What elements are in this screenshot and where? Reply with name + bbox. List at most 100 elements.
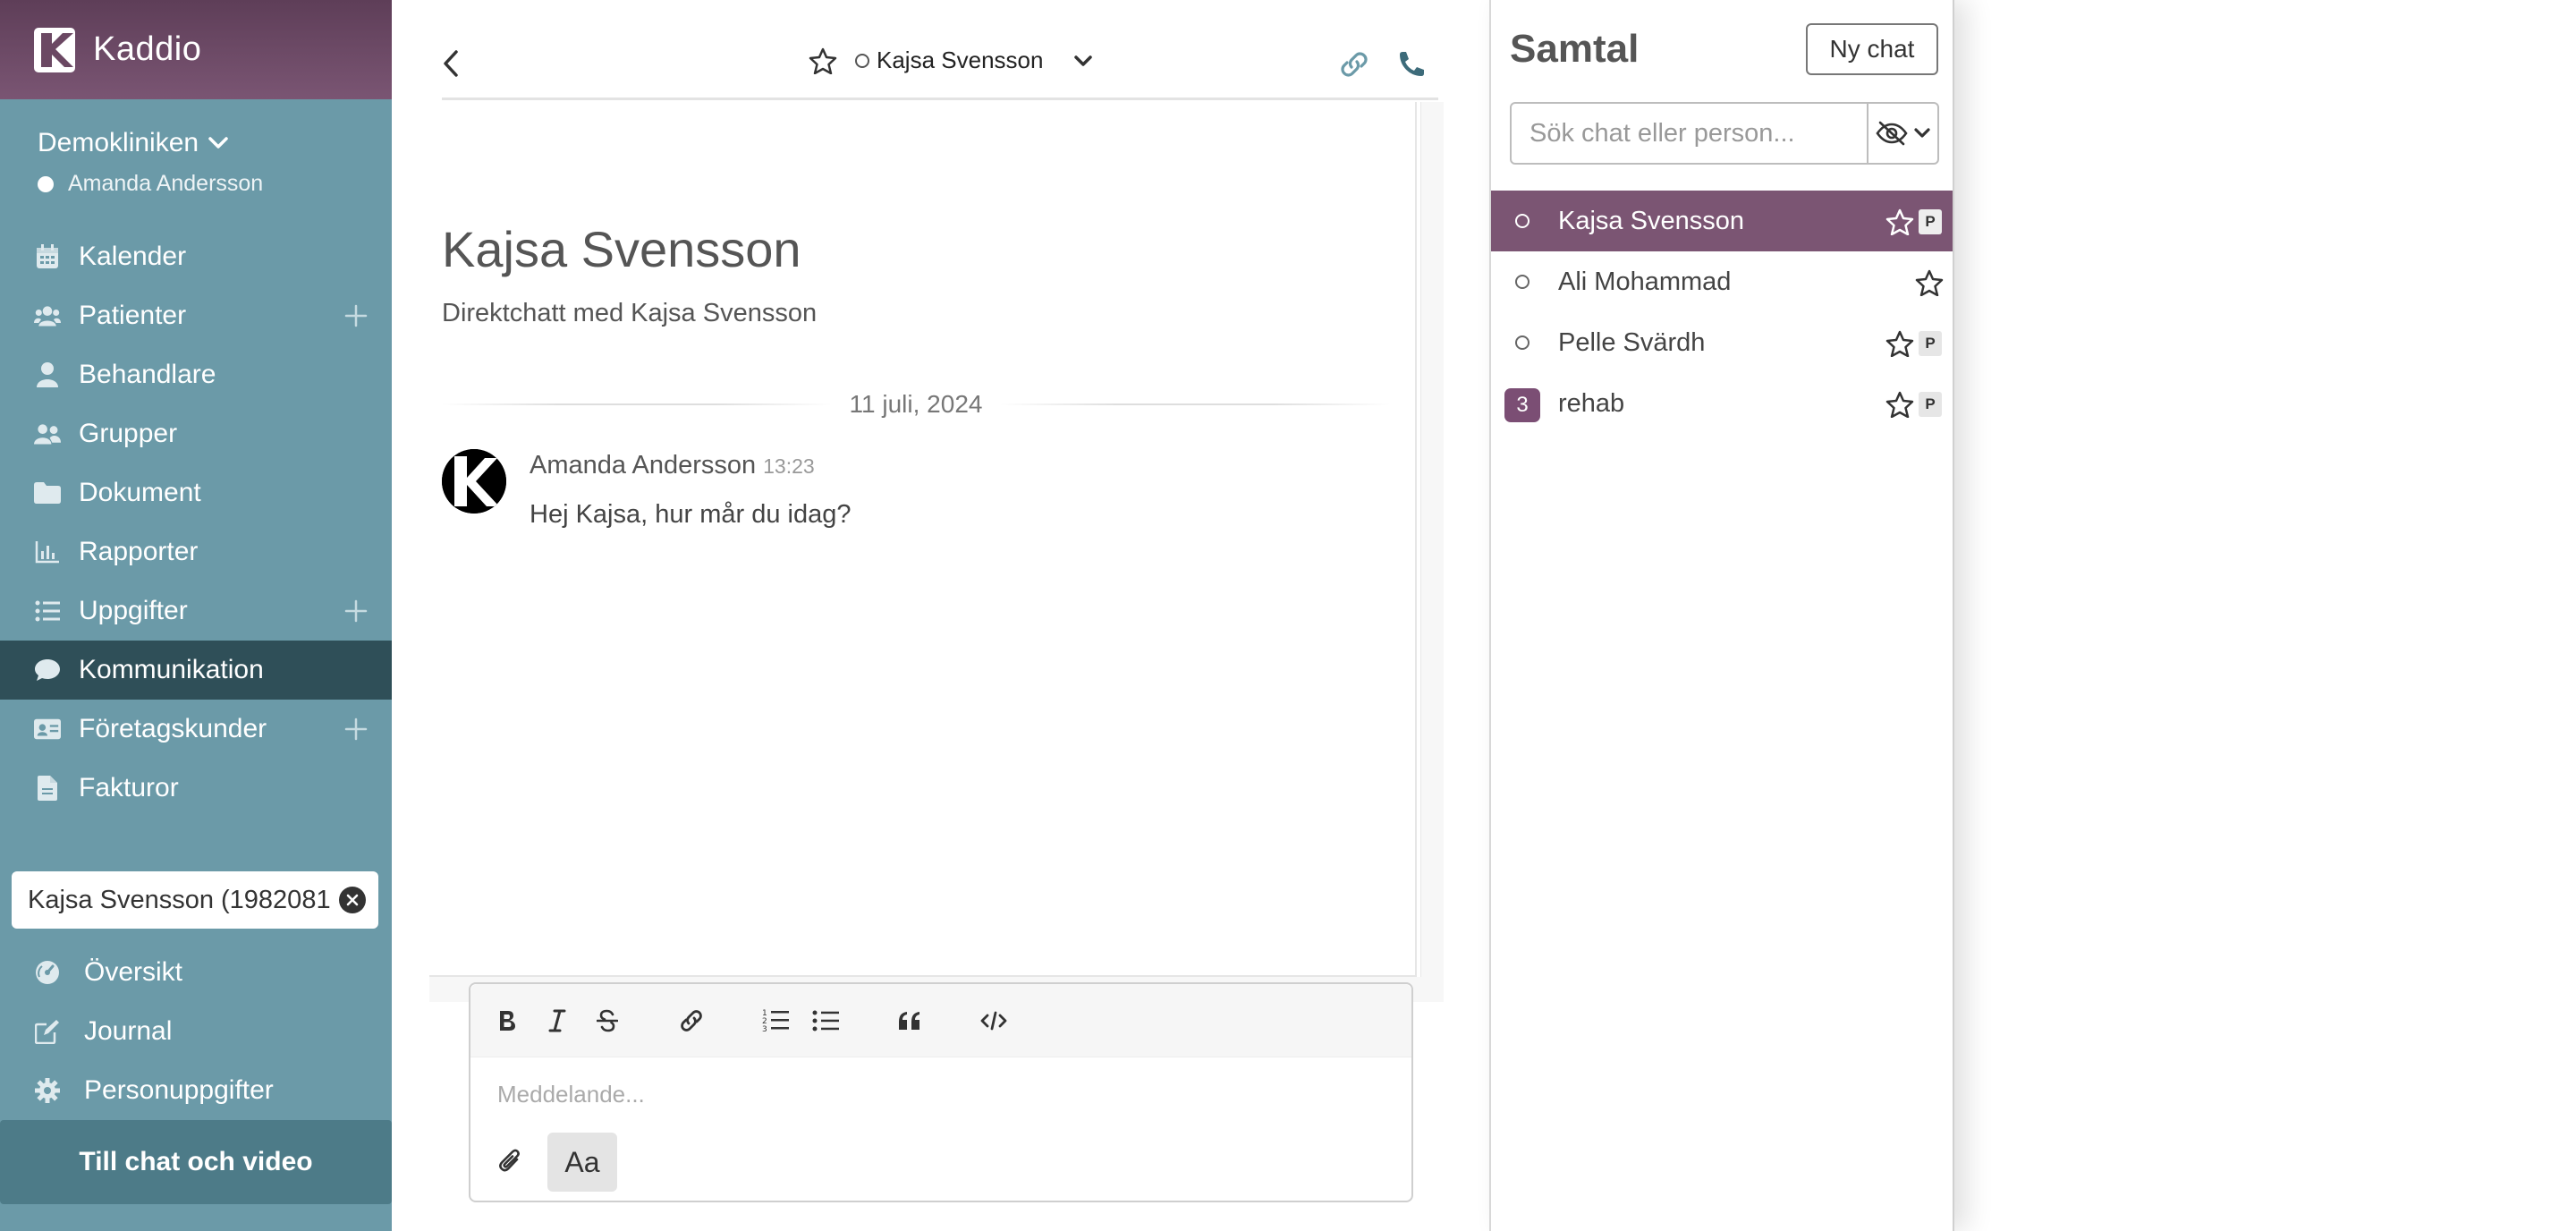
conversation-name: Ali Mohammad <box>1558 267 1732 296</box>
nav-item-kalender[interactable]: Kalender <box>0 227 392 286</box>
conversation-item[interactable]: 3 rehab P <box>1491 373 1953 434</box>
scrollbar[interactable] <box>1420 102 1444 1002</box>
pinned-badge: P <box>1919 209 1942 234</box>
quote-icon[interactable] <box>894 1006 925 1036</box>
message-header: Amanda Andersson 13:23 <box>530 451 851 480</box>
offline-status-dot-icon <box>1515 275 1530 289</box>
phone-icon[interactable] <box>1397 50 1426 79</box>
nav-label: Kommunikation <box>79 655 264 684</box>
add-patient-plus-icon[interactable] <box>343 303 369 328</box>
date-separator: 11 juli, 2024 <box>442 386 1390 422</box>
search-input[interactable] <box>1512 104 1867 163</box>
nav-label: Personuppgifter <box>84 1075 274 1105</box>
status-dot-icon <box>38 175 54 192</box>
user-icon <box>34 361 61 388</box>
conversations-title: Samtal <box>1510 27 1640 71</box>
chat-header-title[interactable]: Kajsa Svensson <box>809 47 1093 74</box>
offline-status-dot-icon <box>1515 335 1530 350</box>
nav-item-rapporter[interactable]: Rapporter <box>0 522 392 582</box>
eye-slash-icon <box>1875 121 1908 146</box>
chevron-down-icon <box>1913 128 1930 138</box>
chat-subtitle: Direktchatt med Kajsa Svensson <box>442 299 818 327</box>
group-icon <box>34 420 61 447</box>
italic-icon[interactable] <box>542 1006 572 1036</box>
clinic-selector[interactable]: Demokliniken <box>38 128 229 158</box>
nav-label: Journal <box>84 1016 173 1046</box>
list-icon <box>34 598 61 624</box>
patient-nav-oversikt[interactable]: Översikt <box>0 943 392 1002</box>
message-author[interactable]: Amanda Andersson <box>530 451 756 480</box>
current-user-name: Amanda Andersson <box>68 171 264 196</box>
nav-item-grupper[interactable]: Grupper <box>0 404 392 463</box>
selected-patient-chip[interactable]: Kajsa Svensson (19820814 <box>12 871 378 929</box>
chat-header-name: Kajsa Svensson <box>877 47 1044 73</box>
conversation-item[interactable]: Ali Mohammad <box>1491 251 1953 312</box>
nav-label: Kalender <box>79 242 187 271</box>
chat-video-button[interactable]: Till chat och video <box>0 1120 392 1204</box>
kaddio-logo-icon[interactable] <box>34 27 75 72</box>
nav-item-behandlare[interactable]: Behandlare <box>0 345 392 404</box>
star-icon[interactable] <box>809 47 837 74</box>
date-separator-label: 11 juli, 2024 <box>849 390 983 418</box>
app-name[interactable]: Kaddio <box>93 30 201 69</box>
chat-title: Kajsa Svensson <box>442 221 801 277</box>
clear-patient-close-icon[interactable] <box>339 887 366 913</box>
visibility-filter-dropdown[interactable] <box>1867 104 1937 163</box>
paperclip-icon[interactable] <box>487 1138 533 1184</box>
nav-item-kommunikation[interactable]: Kommunikation <box>0 641 392 700</box>
conversation-item[interactable]: Kajsa Svensson P <box>1491 191 1953 251</box>
divider <box>442 403 832 405</box>
back-chevron-icon[interactable] <box>442 49 460 78</box>
bullet-list-icon[interactable] <box>810 1006 841 1036</box>
patient-nav-personuppgifter[interactable]: Personuppgifter <box>0 1061 392 1120</box>
code-icon[interactable] <box>979 1006 1009 1036</box>
nav-label: Dokument <box>79 478 201 507</box>
folder-icon <box>34 480 61 506</box>
link-icon[interactable] <box>676 1006 707 1036</box>
add-task-plus-icon[interactable] <box>343 599 369 624</box>
link-icon[interactable] <box>1338 50 1370 79</box>
gear-icon <box>34 1077 61 1104</box>
nav-item-patienter[interactable]: Patienter <box>0 286 392 345</box>
star-icon[interactable] <box>1885 391 1914 418</box>
composer-toolbar: 123 <box>470 984 1411 1057</box>
chevron-down-icon[interactable] <box>1073 55 1093 67</box>
bold-icon[interactable] <box>492 1006 522 1036</box>
message-time: 13:23 <box>763 454 815 478</box>
conversation-item[interactable]: Pelle Svärdh P <box>1491 312 1953 373</box>
add-company-plus-icon[interactable] <box>343 717 369 742</box>
nav-label: Företagskunder <box>79 714 267 743</box>
nav-label: Behandlare <box>79 360 216 389</box>
offline-status-dot-icon <box>1515 214 1530 228</box>
nav-item-fakturor[interactable]: Fakturor <box>0 759 392 818</box>
text-format-button[interactable]: Aa <box>547 1133 617 1192</box>
new-chat-button[interactable]: Ny chat <box>1806 23 1938 75</box>
conversations-panel: Samtal Ny chat Kajsa Svensson P Ali Moha… <box>1489 0 1954 1231</box>
strikethrough-icon[interactable] <box>592 1006 623 1036</box>
ordered-list-icon[interactable]: 123 <box>760 1006 791 1036</box>
id-card-icon <box>34 716 61 743</box>
chat-bubble-icon <box>34 657 61 683</box>
conversation-name: Pelle Svärdh <box>1558 327 1706 357</box>
avatar[interactable] <box>442 449 506 514</box>
current-user[interactable]: Amanda Andersson <box>38 171 263 197</box>
nav-label: Fakturor <box>79 773 179 802</box>
conversation-name: Kajsa Svensson <box>1558 206 1744 235</box>
divider <box>1000 403 1390 405</box>
star-icon[interactable] <box>1885 330 1914 357</box>
pinned-badge: P <box>1919 331 1942 356</box>
patient-nav: Översikt Journal Personuppgifter <box>0 943 392 1120</box>
users-icon <box>34 302 61 329</box>
message-body: Amanda Andersson 13:23 Hej Kajsa, hur må… <box>530 449 851 530</box>
message-input[interactable] <box>497 1081 1383 1108</box>
nav-item-uppgifter[interactable]: Uppgifter <box>0 582 392 641</box>
nav-item-foretagskunder[interactable]: Företagskunder <box>0 700 392 759</box>
clinic-name: Demokliniken <box>38 128 199 157</box>
sidebar: Kaddio Demokliniken Amanda Andersson Kal… <box>0 0 392 1231</box>
nav-item-dokument[interactable]: Dokument <box>0 463 392 522</box>
edit-icon <box>34 1018 61 1045</box>
selected-patient-label: Kajsa Svensson (19820814 <box>28 885 330 914</box>
star-icon[interactable] <box>1915 269 1944 296</box>
star-icon[interactable] <box>1885 208 1914 235</box>
patient-nav-journal[interactable]: Journal <box>0 1002 392 1061</box>
